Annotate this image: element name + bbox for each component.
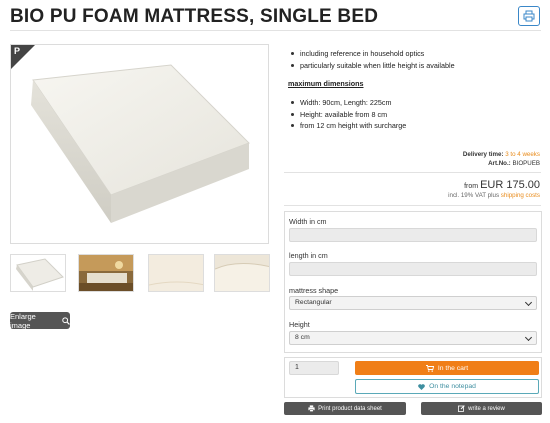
enlarge-image-button[interactable]: Enlarge image — [10, 311, 70, 330]
dimension-item: Height: available from 8 cm — [288, 109, 540, 121]
shape-select[interactable]: Rectangular — [289, 296, 537, 310]
print-data-sheet-button[interactable]: Print product data sheet — [284, 402, 406, 415]
dimension-item: from 12 cm height with surcharge — [288, 120, 540, 132]
width-label: Width in cm — [289, 217, 327, 226]
height-selected-value: 8 cm — [295, 334, 310, 341]
mattress-image — [31, 64, 250, 223]
shipping-costs-link[interactable]: shipping costs — [501, 192, 540, 199]
cart-box: 1 In the cart On the notepad — [284, 357, 542, 398]
edit-icon — [458, 405, 465, 412]
shape-selected-value: Rectangular — [295, 299, 332, 306]
width-input[interactable] — [289, 228, 537, 242]
feature-item: including reference in household optics — [288, 48, 540, 60]
thumbnail-2[interactable] — [78, 254, 134, 292]
length-label: length in cm — [289, 251, 328, 260]
print-button[interactable] — [518, 6, 540, 26]
product-features: including reference in household optics … — [288, 48, 540, 132]
thumbnail-strip — [10, 254, 270, 292]
product-options: Width in cm length in cm mattress shape … — [284, 211, 542, 353]
price-block: from EUR 175.00 incl. 19% VAT plus shipp… — [448, 179, 540, 199]
thumbnail-4[interactable] — [214, 254, 270, 292]
badge-letter: P — [14, 46, 21, 56]
delivery-info: Delivery time: 3 to 4 weeks Art.No.: BIO… — [463, 150, 540, 168]
page-title: BIO PU FOAM MATTRESS, SINGLE BED — [10, 6, 379, 27]
article-number-label: Art.No.: — [488, 160, 511, 167]
length-input[interactable] — [289, 262, 537, 276]
quantity-input[interactable]: 1 — [289, 361, 339, 375]
dimension-item: Width: 90cm, Length: 225cm — [288, 97, 540, 109]
print-data-sheet-label: Print product data sheet — [318, 405, 382, 412]
product-main-image[interactable]: P — [10, 44, 269, 244]
cart-label: In the cart — [437, 364, 469, 372]
add-to-cart-button[interactable]: In the cart — [355, 361, 539, 375]
delivery-label: Delivery time: — [462, 151, 504, 158]
feature-item: particularly suitable when little height… — [288, 60, 540, 72]
divider — [284, 172, 541, 173]
vat-text: incl. 19% VAT plus — [448, 192, 500, 199]
divider — [284, 205, 541, 206]
shape-label: mattress shape — [289, 286, 339, 295]
zoom-icon — [62, 316, 70, 325]
chevron-down-icon — [524, 298, 533, 307]
delivery-time-link[interactable]: 3 to 4 weeks — [505, 151, 540, 158]
print-icon — [523, 10, 535, 22]
thumbnail-1[interactable] — [10, 254, 66, 292]
enlarge-label: Enlarge image — [10, 311, 36, 330]
write-review-button[interactable]: write a review — [421, 402, 542, 415]
height-label: Height — [289, 320, 310, 329]
add-to-notepad-button[interactable]: On the notepad — [355, 379, 539, 394]
article-number: BIOPUEB — [512, 160, 540, 167]
chevron-down-icon — [524, 333, 533, 342]
write-review-label: write a review — [468, 405, 505, 412]
price-value: EUR 175.00 — [480, 179, 540, 191]
notepad-label: On the notepad — [429, 383, 476, 390]
heart-icon — [418, 383, 425, 390]
cart-icon — [425, 364, 434, 372]
print-icon — [308, 405, 315, 412]
title-divider — [10, 30, 541, 31]
price-prefix: from — [464, 183, 479, 190]
max-dimensions-heading: maximum dimensions — [288, 79, 364, 88]
thumbnail-3[interactable] — [148, 254, 204, 292]
height-select[interactable]: 8 cm — [289, 331, 537, 345]
